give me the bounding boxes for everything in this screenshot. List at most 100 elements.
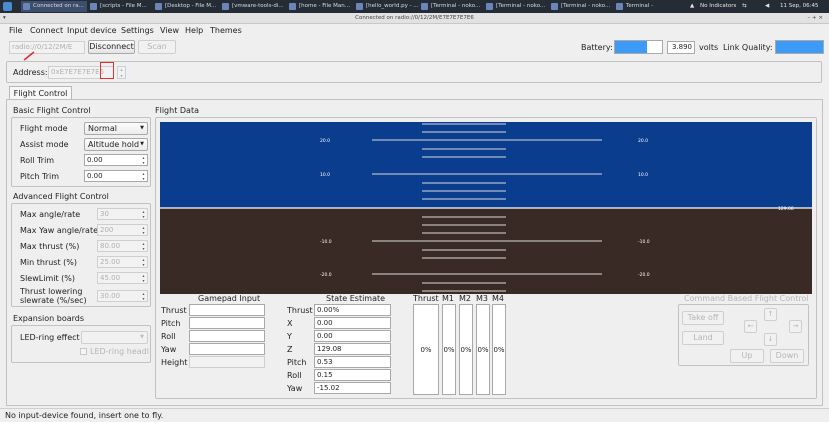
spin-arrows[interactable]: ▴ ▾ [141,241,146,251]
state-z-field: 129.08 [314,343,391,355]
tab-flight-control[interactable]: Flight Control [9,86,72,100]
motor-m4-bar: 0% [492,304,506,395]
led-ring-effect-select[interactable]: ▼ [81,331,148,344]
spin-arrows[interactable]: ▴ ▾ [141,257,146,267]
state-roll-field: 0.15 [314,369,391,381]
assist-mode-value: Altitude hold [88,140,140,149]
horizon-ground [160,208,812,294]
motor-m3-bar: 0% [476,304,490,395]
arrow-down-button[interactable]: ↓ [764,333,777,346]
menu-view[interactable]: View [160,25,179,36]
max-thrust-input[interactable]: 80.00 ▴ ▾ [97,240,148,252]
state-roll-label: Roll [287,371,302,380]
taskbar-item[interactable]: [Terminal - noko... [549,1,613,12]
takeoff-button[interactable]: Take off [682,311,724,325]
pitch-label-right: 10.0 [638,172,648,178]
motor-thrust-value: 0% [420,345,432,354]
up-button[interactable]: Up [730,349,764,363]
start-menu-icon[interactable] [3,2,12,11]
motor-m3-value: 0% [477,345,489,354]
flight-mode-select[interactable]: Normal ▼ [84,122,148,135]
min-thrust-value: 25.00 [100,258,121,266]
menu-connect[interactable]: Connect [30,25,63,36]
status-bar: No input-device found, insert one to fly… [0,408,829,422]
address-label: Address: [13,68,48,77]
address-spin-arrows[interactable]: ▴ ▾ [117,66,126,79]
roll-trim-input[interactable]: 0.00 ▴ ▾ [84,154,148,166]
indicators-label[interactable]: No Indicators [700,0,736,13]
gamepad-thrust-label: Thrust [161,306,187,315]
pitch-label-left: 20.0 [320,138,330,144]
land-button[interactable]: Land [682,331,724,345]
status-message: No input-device found, insert one to fly… [5,411,164,420]
max-angle-input[interactable]: 30 ▴ ▾ [97,208,148,220]
menu-input-device[interactable]: Input device [67,25,117,36]
taskbar-item[interactable]: Terminal - [614,1,670,12]
max-yaw-value: 200 [100,226,114,234]
down-button[interactable]: Down [770,349,804,363]
gamepad-input-title: Gamepad Input [198,294,261,303]
window-menu-icon[interactable]: ▾ [3,13,6,24]
bell-icon[interactable]: ▲ [690,0,694,13]
menu-file[interactable]: File [9,25,22,36]
taskbar-item[interactable]: [home - File Man... [287,1,353,12]
spin-arrows[interactable]: ▴ ▾ [141,291,146,301]
scan-button[interactable]: Scan [138,40,176,54]
motor-m3-header: M3 [476,294,488,303]
state-y-label: Y [287,332,292,341]
slew-limit-label: SlewLimit (%) [20,274,75,283]
slew-limit-input[interactable]: 45.00 ▴ ▾ [97,272,148,284]
pitch-label-right: -10.0 [638,239,650,245]
arrow-up-button[interactable]: ↑ [764,308,777,321]
menu-help[interactable]: Help [185,25,203,36]
thrust-lowering-slewrate-value: 30.00 [100,292,121,300]
pitch-label-right: 20.0 [638,138,648,144]
basic-flight-control-title: Basic Flight Control [13,106,91,115]
arrow-left-button[interactable]: ← [744,320,757,333]
link-quality-fill [776,41,823,53]
state-yaw-field: -15.02 [314,382,391,394]
horizon-sky [160,122,812,208]
volume-icon[interactable]: ◀ [765,0,769,13]
chevron-down-icon: ▼ [140,334,144,340]
spin-arrows[interactable]: ▴ ▾ [141,273,146,283]
min-thrust-label: Min thrust (%) [20,258,77,267]
network-icon[interactable]: ⇆ [742,0,747,13]
window-controls[interactable]: – + × [808,13,823,24]
state-yaw-label: Yaw [287,384,303,393]
thrust-lowering-slewrate-input[interactable]: 30.00 ▴ ▾ [97,290,148,302]
uri-combo[interactable]: radio://0/12/2M/E [9,41,85,54]
taskbar-item[interactable]: [Terminal - noko... [419,1,483,12]
spin-arrows[interactable]: ▴ ▾ [141,155,146,165]
clock[interactable]: 11 Sep, 06:45 [780,0,818,13]
spin-arrows[interactable]: ▴ ▾ [141,209,146,219]
pitch-trim-input[interactable]: 0.00 ▴ ▾ [84,170,148,182]
taskbar-item[interactable]: [Terminal - noko... [484,1,548,12]
assist-mode-select[interactable]: Altitude hold ▼ [84,138,148,151]
min-thrust-input[interactable]: 25.00 ▴ ▾ [97,256,148,268]
max-yaw-input[interactable]: 200 ▴ ▾ [97,224,148,236]
gamepad-height-field [189,356,265,368]
led-ring-headlight-checkbox[interactable] [80,348,87,355]
max-angle-label: Max angle/rate [20,210,81,219]
state-pitch-label: Pitch [287,358,307,367]
menu-settings[interactable]: Settings [121,25,154,36]
disconnect-button[interactable]: Disconnect [88,40,135,54]
taskbar-item[interactable]: Connected on ra... [21,1,87,12]
taskbar-item[interactable]: [Desktop - File M... [153,1,219,12]
roll-trim-label: Roll Trim [20,156,55,165]
led-ring-headlight-label: LED-ring headl [90,347,149,356]
taskbar: Connected on ra... [scripts - File M... … [0,0,829,13]
taskbar-item[interactable]: [vmware-tools-di... [220,1,286,12]
link-quality-label: Link Quality: [723,43,773,52]
arrow-right-button[interactable]: → [789,320,802,333]
spin-arrows[interactable]: ▴ ▾ [141,225,146,235]
chevron-down-icon: ▼ [140,141,144,147]
taskbar-item[interactable]: [scripts - File M... [88,1,152,12]
link-quality-bar [775,40,824,54]
menu-themes[interactable]: Themes [210,25,242,36]
taskbar-item[interactable]: [hello_world.py - ... [354,1,418,12]
spin-arrows[interactable]: ▴ ▾ [141,171,146,181]
max-yaw-label: Max Yaw angle/rate [20,226,98,235]
max-thrust-value: 80.00 [100,242,121,250]
